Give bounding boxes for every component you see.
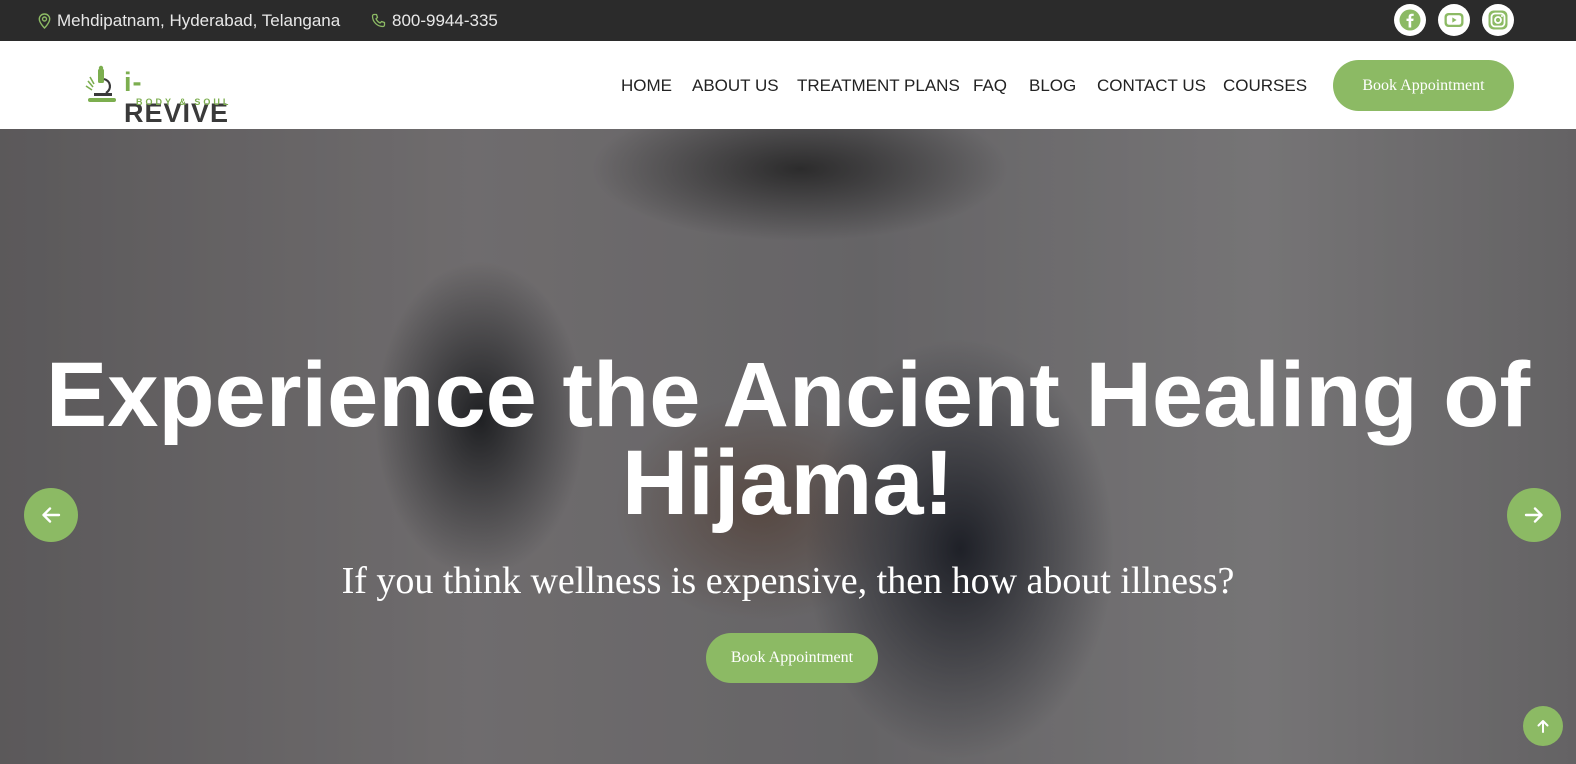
slider-next-button[interactable] [1507, 488, 1561, 542]
instagram-icon [1488, 10, 1508, 30]
hero-book-appointment-button[interactable]: Book Appointment [706, 633, 878, 683]
hero-slider: Experience the Ancient Healing of Hijama… [0, 129, 1576, 764]
location-pin-icon [38, 12, 51, 29]
nav-courses[interactable]: COURSES [1223, 76, 1307, 96]
arrow-right-icon [1524, 507, 1543, 523]
phone-info[interactable]: 800-9944-335 [371, 0, 498, 41]
hero-title: Experience the Ancient Healing of Hijama… [45, 344, 1531, 534]
nav-home[interactable]: HOME [621, 76, 672, 96]
facebook-icon [1399, 9, 1421, 31]
brand-tagline: BODY & SOUL [136, 97, 232, 107]
nav-treatment-plans[interactable]: TREATMENT PLANS [797, 76, 960, 96]
site-logo[interactable]: i-REVIVE BODY & SOUL [84, 65, 244, 128]
youtube-link[interactable] [1438, 4, 1470, 36]
main-navbar: i-REVIVE BODY & SOUL HOME ABOUT US TREAT… [0, 41, 1576, 129]
instagram-link[interactable] [1482, 4, 1514, 36]
slider-prev-button[interactable] [24, 488, 78, 542]
youtube-icon [1444, 13, 1464, 27]
brand-prefix: i- [124, 67, 143, 97]
phone-icon [371, 13, 386, 28]
nav-contact-us[interactable]: CONTACT US [1097, 76, 1206, 96]
top-bar: Mehdipatnam, Hyderabad, Telangana 800-99… [0, 0, 1576, 41]
hero-subtitle: If you think wellness is expensive, then… [341, 560, 1235, 602]
nav-book-appointment-button[interactable]: Book Appointment [1333, 60, 1514, 111]
phone-text: 800-9944-335 [392, 10, 498, 30]
nav-blog[interactable]: BLOG [1029, 76, 1076, 96]
scroll-to-top-button[interactable] [1523, 706, 1563, 746]
microscope-logo-icon [85, 65, 116, 102]
nav-faq[interactable]: FAQ [973, 76, 1007, 96]
location-text: Mehdipatnam, Hyderabad, Telangana [57, 10, 341, 30]
arrow-left-icon [42, 507, 61, 523]
facebook-link[interactable] [1394, 4, 1426, 36]
nav-about-us[interactable]: ABOUT US [692, 76, 779, 96]
arrow-up-icon [1537, 720, 1549, 733]
social-links [1394, 4, 1514, 36]
location-info: Mehdipatnam, Hyderabad, Telangana [38, 0, 340, 41]
